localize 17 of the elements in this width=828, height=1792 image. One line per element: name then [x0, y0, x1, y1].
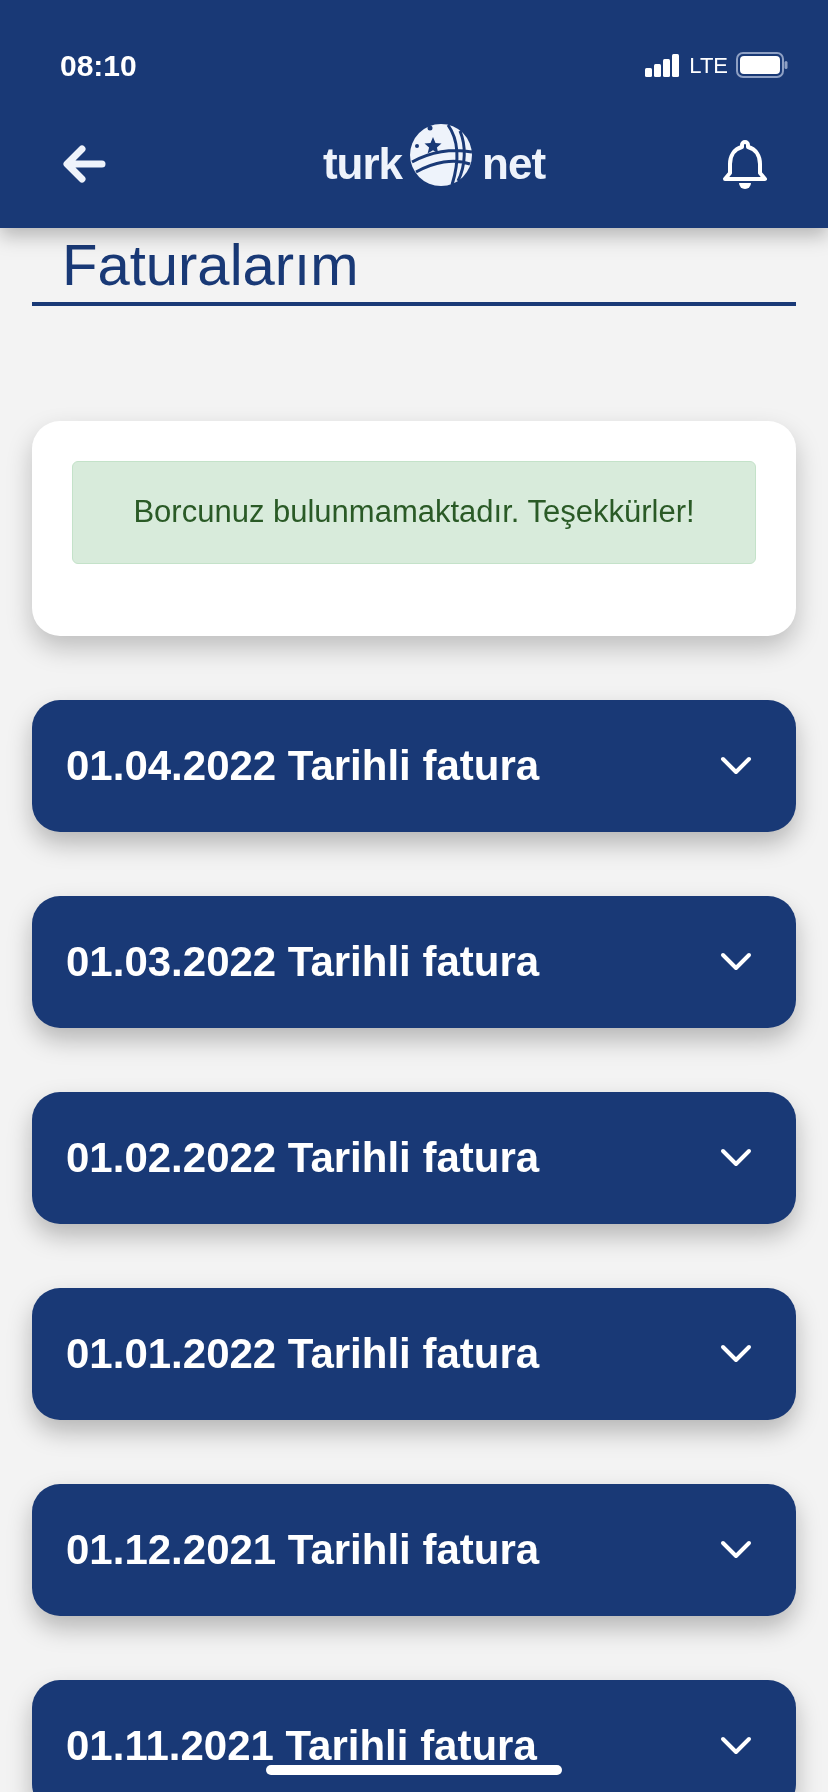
signal-icon — [645, 53, 682, 77]
invoice-accordion-header[interactable]: 01.04.2022 Tarihli fatura — [32, 699, 796, 832]
battery-icon — [736, 52, 788, 78]
network-label: LTE — [689, 51, 728, 80]
status-time: 08:10 — [60, 47, 137, 84]
invoice-accordion-header[interactable]: 01.02.2022 Tarihli fatura — [32, 1091, 796, 1224]
back-arrow-icon[interactable] — [62, 144, 106, 184]
page-title: Faturalarım — [62, 232, 360, 298]
invoice-accordion-header[interactable]: 01.11.2021 Tarihli fatura — [32, 1679, 796, 1792]
no-debt-alert: Borcunuz bulunmamaktadır. Teşekkürler! — [72, 461, 756, 564]
invoice-accordion-header[interactable]: 01.01.2022 Tarihli fatura — [32, 1287, 796, 1420]
logo-text: net — [482, 138, 546, 190]
invoice-accordion-header[interactable]: 01.12.2021 Tarihli fatura — [32, 1483, 796, 1616]
logo-text: turk — [322, 138, 403, 190]
invoice-accordion-header[interactable]: 01.03.2022 Tarihli fatura — [32, 895, 796, 1028]
globe-icon — [408, 122, 475, 188]
notification-bell-icon[interactable] — [722, 138, 768, 190]
